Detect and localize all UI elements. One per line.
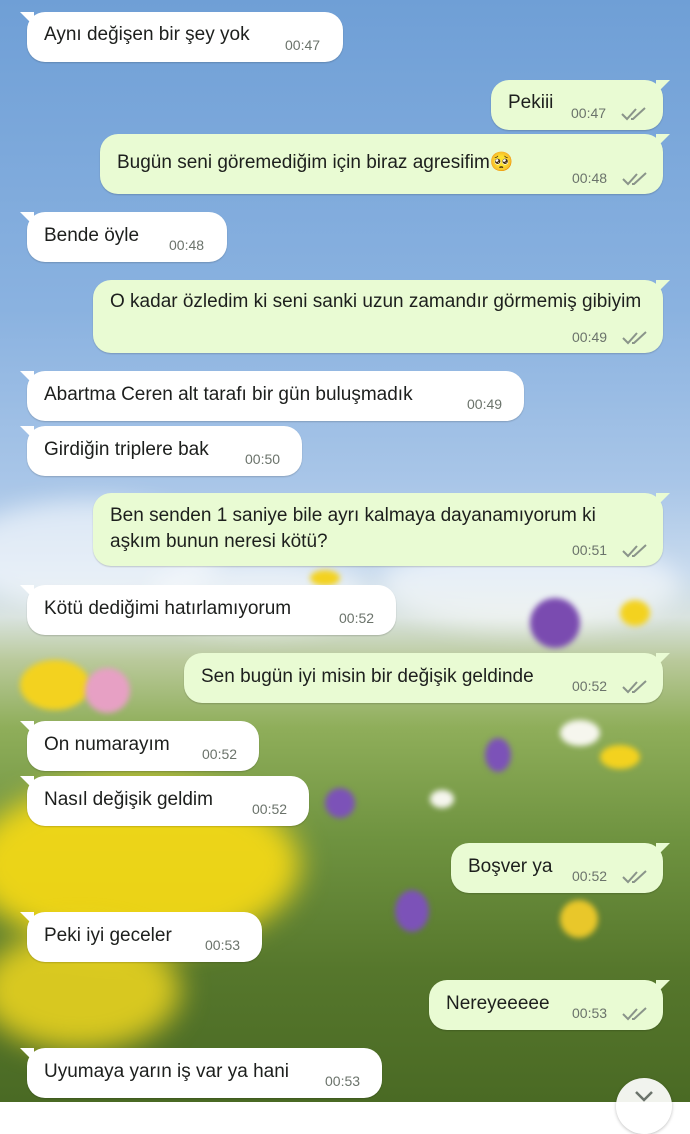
incoming-message[interactable]: Kötü dediğimi hatırlamıyorum 00:52 — [20, 585, 396, 635]
message-time: 00:47 — [571, 105, 607, 121]
message-time: 00:48 — [572, 170, 608, 186]
incoming-message[interactable]: Peki iyi geceler 00:53 — [20, 912, 262, 962]
outgoing-message[interactable]: Bugün seni göremediğim için biraz agresi… — [100, 134, 670, 194]
message-time: 00:48 — [169, 237, 205, 253]
message-text: Pekiii — [508, 92, 554, 113]
message-text: Ben senden 1 saniye bile ayrı kalmaya da… — [110, 505, 596, 552]
message-text: Bende öyle — [44, 225, 140, 246]
outgoing-message[interactable]: Sen bugün iyi misin bir değişik geldinde… — [184, 653, 670, 703]
message-text: Bugün seni göremediğim için biraz agresi… — [117, 152, 514, 173]
outgoing-message[interactable]: Nereyeeeee 00:53 — [429, 980, 670, 1030]
message-text: Nasıl değişik geldim — [44, 789, 213, 810]
double-check-icon — [622, 1006, 650, 1022]
message-time: 00:51 — [572, 542, 608, 558]
message-text: O kadar özledim ki seni sanki uzun zaman… — [110, 291, 642, 312]
double-check-icon — [621, 106, 649, 122]
chevron-down-icon — [635, 1091, 653, 1102]
message-text: Girdiğin triplere bak — [44, 439, 209, 460]
incoming-message[interactable]: Girdiğin triplere bak 00:50 — [20, 426, 302, 476]
message-text: Abartma Ceren alt tarafı bir gün buluşma… — [44, 384, 413, 405]
message-text: Boşver ya — [468, 856, 553, 877]
outgoing-message[interactable]: Pekiii 00:47 — [491, 80, 670, 130]
double-check-icon — [622, 543, 650, 559]
incoming-message[interactable]: Aynı değişen bir şey yok 00:47 — [20, 12, 343, 62]
outgoing-message[interactable]: Boşver ya 00:52 — [451, 843, 670, 893]
message-time: 00:52 — [202, 746, 238, 762]
message-time: 00:53 — [325, 1073, 361, 1089]
message-text: On numarayım — [44, 734, 170, 755]
message-text: Aynı değişen bir şey yok — [44, 24, 250, 45]
message-time: 00:49 — [572, 329, 608, 345]
double-check-icon — [622, 171, 650, 187]
message-time: 00:52 — [572, 678, 608, 694]
incoming-message[interactable]: Abartma Ceren alt tarafı bir gün buluşma… — [20, 371, 524, 421]
outgoing-message[interactable]: O kadar özledim ki seni sanki uzun zaman… — [93, 280, 670, 353]
message-time: 00:50 — [245, 451, 281, 467]
double-check-icon — [622, 330, 650, 346]
message-time: 00:53 — [205, 937, 241, 953]
message-text: Sen bugün iyi misin bir değişik geldinde — [201, 666, 534, 687]
incoming-message[interactable]: On numarayım 00:52 — [20, 721, 259, 771]
message-time: 00:49 — [467, 396, 503, 412]
message-text: Uyumaya yarın iş var ya hani — [44, 1061, 289, 1082]
message-time: 00:52 — [252, 801, 288, 817]
outgoing-message[interactable]: Ben senden 1 saniye bile ayrı kalmaya da… — [93, 493, 670, 566]
double-check-icon — [622, 869, 650, 885]
incoming-message[interactable]: Bende öyle 00:48 — [20, 212, 227, 262]
message-time: 00:52 — [572, 868, 608, 884]
message-time: 00:52 — [339, 610, 375, 626]
message-text: Kötü dediğimi hatırlamıyorum — [44, 598, 292, 619]
message-time: 00:47 — [285, 37, 321, 53]
double-check-icon — [622, 679, 650, 695]
incoming-message[interactable]: Uyumaya yarın iş var ya hani 00:53 — [20, 1048, 382, 1098]
incoming-message[interactable]: Nasıl değişik geldim 00:52 — [20, 776, 309, 826]
message-text: Peki iyi geceler — [44, 925, 172, 946]
message-time: 00:53 — [572, 1005, 608, 1021]
message-text: Nereyeeeee — [446, 993, 550, 1014]
scroll-to-bottom-button[interactable] — [616, 1078, 672, 1134]
